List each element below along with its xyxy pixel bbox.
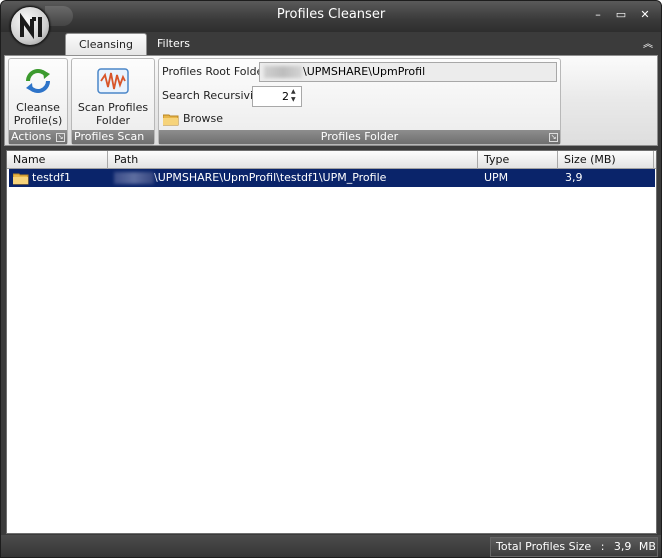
group-label-actions: Actions ↘ <box>9 130 67 144</box>
root-folder-value: \UPMSHARE\UpmProfil <box>303 65 426 78</box>
total-size-separator: : <box>600 540 605 553</box>
title-bar: Profiles Cleanser – ▭ ✕ <box>1 1 661 32</box>
group-label-profiles-scan: Profiles Scan <box>72 130 154 144</box>
cleanse-button-label-2: Profile(s) <box>13 114 63 127</box>
root-folder-label: Profiles Root Folder <box>162 65 268 78</box>
refresh-icon <box>26 69 50 93</box>
total-size-label: Total Profiles Size <box>496 540 592 553</box>
stepper-arrows-icon[interactable]: ▲ ▼ <box>291 88 300 104</box>
status-bar: Total Profiles Size : 3,9 MB <box>1 535 661 557</box>
list-header: Name Path Type Size (MB) <box>7 151 656 169</box>
minimize-button[interactable]: – <box>589 7 607 23</box>
row-size: 3,9 <box>565 171 583 184</box>
tab-filters[interactable]: Filters <box>144 33 203 55</box>
dialog-launcher-icon[interactable]: ↘ <box>549 133 558 142</box>
cleanse-profiles-button[interactable]: Cleanse Profile(s) <box>11 61 65 129</box>
root-folder-input[interactable]: \UPMSHARE\UpmProfil <box>259 62 557 82</box>
group-label-profiles-folder: Profiles Folder ↘ <box>159 130 560 144</box>
search-recursivity-label: Search Recursivity <box>162 89 264 102</box>
browse-button[interactable]: Browse <box>163 112 223 128</box>
ribbon: Cleanse Profile(s) Actions ↘ Scan Profil… <box>4 55 658 146</box>
total-size-panel: Total Profiles Size : 3,9 MB <box>490 537 658 557</box>
tab-cleansing[interactable]: Cleansing <box>65 33 147 55</box>
group-profiles-scan: Scan Profiles Folder Profiles Scan <box>71 58 155 145</box>
folder-icon <box>12 173 29 184</box>
search-recursivity-stepper[interactable]: 2 ▲ ▼ <box>252 86 302 107</box>
scan-profiles-folder-button[interactable]: Scan Profiles Folder <box>74 61 152 129</box>
close-button[interactable]: ✕ <box>636 7 654 23</box>
redacted-server-name <box>264 66 302 78</box>
row-type: UPM <box>484 171 509 184</box>
column-header-size[interactable]: Size (MB) <box>558 151 654 169</box>
column-header-path[interactable]: Path <box>108 151 478 169</box>
ribbon-collapse-icon[interactable]: ︽ <box>643 35 653 50</box>
redacted-server-name <box>114 172 154 184</box>
ribbon-tab-strip: Cleansing Filters ︽ <box>1 32 661 55</box>
row-path: \UPMSHARE\UpmProfil\testdf1\UPM_Profile <box>154 171 387 184</box>
cleanse-button-label-1: Cleanse <box>16 101 60 114</box>
scan-button-label-1: Scan Profiles <box>77 101 149 114</box>
row-path-cell: \UPMSHARE\UpmProfil\testdf1\UPM_Profile <box>114 169 386 187</box>
row-name-cell: testdf1 <box>12 169 71 187</box>
window-title: Profiles Cleanser <box>276 7 386 22</box>
group-profiles-folder: Profiles Root Folder \UPMSHARE\UpmProfil… <box>158 58 561 145</box>
search-recursivity-value: 2 <box>282 90 289 103</box>
row-name: testdf1 <box>32 171 71 184</box>
app-menu-logo-icon[interactable] <box>10 6 50 46</box>
total-size-unit: MB <box>638 540 656 553</box>
scan-wave-icon <box>97 68 129 94</box>
column-header-name[interactable]: Name <box>7 151 108 169</box>
group-actions: Cleanse Profile(s) Actions ↘ <box>8 58 68 145</box>
folder-icon <box>163 114 179 125</box>
maximize-button[interactable]: ▭ <box>612 7 630 23</box>
browse-label: Browse <box>183 112 224 125</box>
table-row[interactable]: testdf1 \UPMSHARE\UpmProfil\testdf1\UPM_… <box>9 169 655 187</box>
dialog-launcher-icon[interactable]: ↘ <box>56 133 65 142</box>
total-size-value: 3,9 <box>613 540 632 553</box>
profiles-list[interactable]: Name Path Type Size (MB) testdf1 \UPMSHA… <box>6 150 657 534</box>
scan-button-label-2: Folder <box>96 114 130 127</box>
column-header-type[interactable]: Type <box>478 151 558 169</box>
app-window: Profiles Cleanser – ▭ ✕ Cleansing Filter… <box>0 0 662 558</box>
